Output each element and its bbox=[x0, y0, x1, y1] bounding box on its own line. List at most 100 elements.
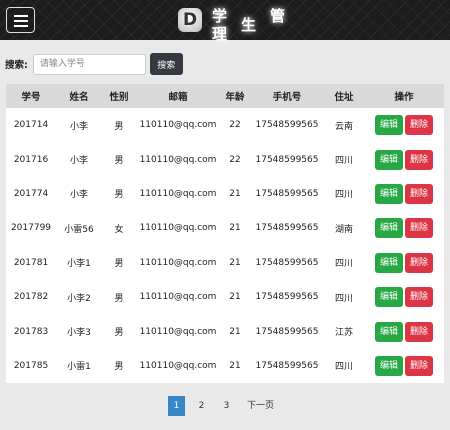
column-header: 年龄 bbox=[225, 92, 245, 103]
email-cell: 110110@qq.com bbox=[139, 223, 217, 234]
email-cell: 110110@qq.com bbox=[139, 360, 217, 371]
student-id-cell: 201716 bbox=[13, 154, 49, 165]
edit-button[interactable]: 编辑 bbox=[374, 149, 403, 170]
name-cell: 小雷1 bbox=[67, 362, 91, 373]
search-label: 搜索: bbox=[5, 60, 28, 71]
address-cell: 四川 bbox=[334, 362, 353, 373]
gender-cell: 男 bbox=[114, 293, 124, 304]
search-button[interactable]: 搜索 bbox=[149, 53, 183, 75]
student-id-cell: 201783 bbox=[13, 326, 49, 337]
menu-icon bbox=[14, 15, 28, 17]
table-body: 201714 小李男 110110@qq.com 22 17548599565 云南 编辑删… bbox=[6, 108, 444, 383]
phone-cell: 17548599565 bbox=[255, 257, 319, 268]
gender-cell: 男 bbox=[114, 328, 124, 339]
address-cell: 湖南 bbox=[334, 224, 353, 235]
edit-button[interactable]: 编辑 bbox=[374, 115, 403, 136]
gender-cell: 男 bbox=[114, 121, 124, 132]
gender-cell: 男 bbox=[114, 362, 124, 373]
actions-cell: 编辑 删除 bbox=[364, 349, 444, 383]
phone-cell: 17548599565 bbox=[255, 223, 319, 234]
actions-cell: 编辑 删除 bbox=[364, 246, 444, 280]
delete-button[interactable]: 删除 bbox=[405, 287, 434, 308]
table-row: 201782 小李2 男 110110@qq.com 21 17548599565 四川 编辑… bbox=[6, 280, 444, 314]
phone-cell: 17548599565 bbox=[255, 154, 319, 165]
edit-button[interactable]: 编辑 bbox=[374, 218, 403, 239]
column-header: 操作 bbox=[394, 92, 414, 103]
top-navbar: D 学生管理 bbox=[0, 0, 450, 43]
column-header: 邮箱 bbox=[168, 92, 188, 103]
actions-cell: 编辑 删除 bbox=[364, 314, 444, 348]
column-header: 住址 bbox=[334, 92, 354, 103]
delete-button[interactable]: 删除 bbox=[405, 355, 434, 376]
name-cell: 小李1 bbox=[67, 259, 91, 270]
student-id-cell: 201774 bbox=[13, 188, 49, 199]
age-cell: 21 bbox=[229, 188, 241, 199]
table-row: 2017799 小雷56 女 110110@qq.com 21 17548599565 湖南… bbox=[6, 211, 444, 245]
edit-button[interactable]: 编辑 bbox=[374, 321, 403, 342]
student-id-cell: 201785 bbox=[13, 360, 49, 371]
actions-cell: 编辑 删除 bbox=[364, 108, 444, 142]
table-row: 201781 小李1 男 110110@qq.com 21 17548599565 四川 编辑… bbox=[6, 246, 444, 280]
delete-button[interactable]: 删除 bbox=[405, 115, 434, 136]
gender-cell: 男 bbox=[114, 190, 124, 201]
page-1-button[interactable]: 1 bbox=[168, 396, 185, 416]
gender-cell: 女 bbox=[114, 224, 124, 235]
email-cell: 110110@qq.com bbox=[139, 188, 217, 199]
delete-button[interactable]: 删除 bbox=[405, 252, 434, 273]
table-row: 201716 小李男 110110@qq.com 22 17548599565 四川 编辑删… bbox=[6, 142, 444, 176]
table-row: 201714 小李男 110110@qq.com 22 17548599565 云南 编辑删… bbox=[6, 108, 444, 142]
address-cell: 四川 bbox=[334, 156, 353, 167]
actions-cell: 编辑 删除 bbox=[364, 280, 444, 314]
age-cell: 21 bbox=[229, 326, 241, 337]
actions-cell: 编辑 删除 bbox=[364, 177, 444, 211]
column-header: 姓名 bbox=[69, 92, 89, 103]
page-3-button[interactable]: 3 bbox=[218, 396, 235, 416]
delete-button[interactable]: 删除 bbox=[405, 218, 434, 239]
table-row: 201774 小李男 110110@qq.com 21 17548599565 四川 编辑删… bbox=[6, 177, 444, 211]
hamburger-menu-button[interactable] bbox=[6, 7, 35, 33]
student-id-cell: 201714 bbox=[13, 120, 49, 131]
title-char: 管 bbox=[270, 7, 300, 25]
email-cell: 110110@qq.com bbox=[139, 326, 217, 337]
age-cell: 22 bbox=[229, 154, 241, 165]
actions-cell: 编辑 删除 bbox=[364, 211, 444, 245]
delete-button[interactable]: 删除 bbox=[405, 149, 434, 170]
student-id-cell: 2017799 bbox=[10, 223, 52, 234]
email-cell: 110110@qq.com bbox=[139, 154, 217, 165]
page-2-button[interactable]: 2 bbox=[193, 396, 210, 416]
address-cell: 四川 bbox=[334, 293, 353, 304]
name-cell: 小李2 bbox=[67, 293, 91, 304]
app-logo: D bbox=[178, 8, 202, 32]
address-cell: 四川 bbox=[334, 259, 353, 270]
next-page-button[interactable]: 下一页 bbox=[243, 396, 278, 416]
delete-button[interactable]: 删除 bbox=[405, 183, 434, 204]
age-cell: 21 bbox=[229, 257, 241, 268]
column-header: 性别 bbox=[109, 92, 129, 103]
student-table: 学号 姓名 性别 邮箱 年龄 手机号 住址 操作 201714 小李男 110110@qq.com… bbox=[6, 84, 444, 383]
name-cell: 小李3 bbox=[67, 328, 91, 339]
name-cell: 小李 bbox=[69, 190, 88, 201]
edit-button[interactable]: 编辑 bbox=[374, 183, 403, 204]
title-char: 理 bbox=[212, 25, 242, 43]
name-cell: 小李 bbox=[69, 121, 88, 132]
delete-button[interactable]: 删除 bbox=[405, 321, 434, 342]
edit-button[interactable]: 编辑 bbox=[374, 252, 403, 273]
student-id-search-input[interactable] bbox=[32, 53, 146, 75]
column-header: 手机号 bbox=[272, 92, 302, 103]
search-bar: 搜索: 搜索 bbox=[5, 53, 183, 75]
phone-cell: 17548599565 bbox=[255, 292, 319, 303]
student-id-cell: 201782 bbox=[13, 292, 49, 303]
phone-cell: 17548599565 bbox=[255, 326, 319, 337]
edit-button[interactable]: 编辑 bbox=[374, 355, 403, 376]
table-row: 201785 小雷1 男 110110@qq.com 21 17548599565 四川 编辑… bbox=[6, 349, 444, 383]
phone-cell: 17548599565 bbox=[255, 188, 319, 199]
table-row: 201783 小李3 男 110110@qq.com 21 17548599565 江苏 编辑… bbox=[6, 314, 444, 348]
title-char: 生 bbox=[241, 16, 271, 34]
gender-cell: 男 bbox=[114, 259, 124, 270]
name-cell: 小李 bbox=[69, 156, 88, 167]
email-cell: 110110@qq.com bbox=[139, 257, 217, 268]
age-cell: 21 bbox=[229, 360, 241, 371]
edit-button[interactable]: 编辑 bbox=[374, 287, 403, 308]
student-id-cell: 201781 bbox=[13, 257, 49, 268]
pagination: 1 2 3 下一页 bbox=[168, 396, 286, 416]
